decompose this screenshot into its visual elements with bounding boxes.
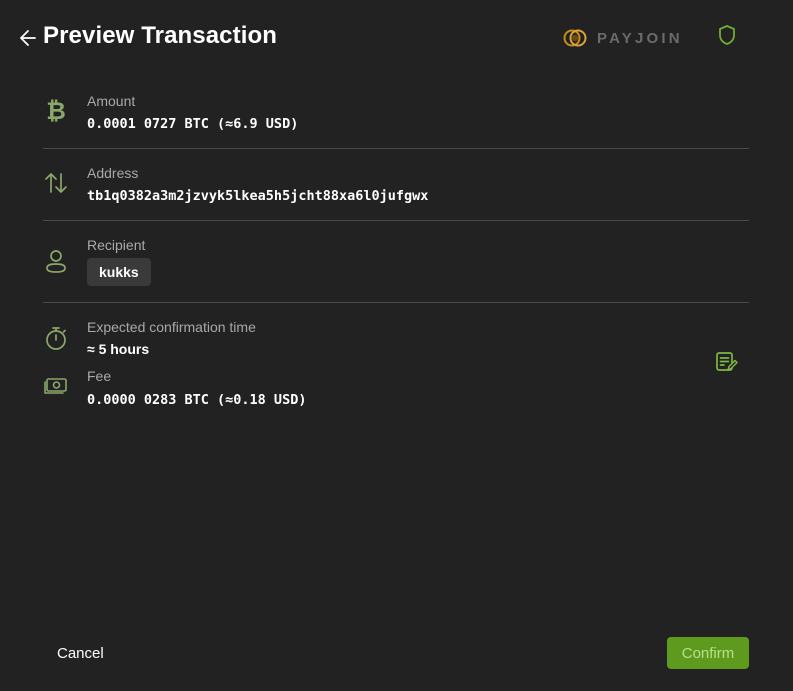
back-button[interactable] (16, 26, 40, 50)
amount-label: Amount (87, 93, 136, 109)
address-row: Address tb1q0382a3m2jzvyk5lkea5h5jcht88x… (43, 148, 749, 221)
banknote-icon (43, 373, 69, 399)
fee-value: 0.0000 0283 BTC (≈0.18 USD) (87, 392, 307, 408)
edit-note-icon[interactable] (714, 350, 738, 374)
bitcoin-icon: ₿ (46, 96, 66, 125)
cancel-button[interactable]: Cancel (43, 637, 118, 669)
amount-row: ₿ Amount 0.0001 0727 BTC (≈6.9 USD) (43, 0, 749, 149)
stopwatch-icon (43, 325, 69, 351)
confirmation-label: Expected confirmation time (87, 319, 256, 335)
person-icon (43, 248, 69, 274)
fee-label: Fee (87, 368, 112, 384)
address-label: Address (87, 165, 139, 181)
confirmation-value: ≈ 5 hours (87, 341, 150, 357)
fee-block: Expected confirmation time ≈ 5 hours Fee… (43, 302, 749, 422)
arrows-up-down-icon (43, 170, 69, 196)
recipient-label: Recipient (87, 237, 146, 253)
recipient-chip: kukks (87, 258, 151, 286)
confirm-button[interactable]: Confirm (667, 637, 749, 669)
amount-value: 0.0001 0727 BTC (≈6.9 USD) (87, 116, 299, 132)
address-value: tb1q0382a3m2jzvyk5lkea5h5jcht88xa6l0jufg… (87, 188, 429, 204)
arrow-left-icon (20, 30, 36, 46)
